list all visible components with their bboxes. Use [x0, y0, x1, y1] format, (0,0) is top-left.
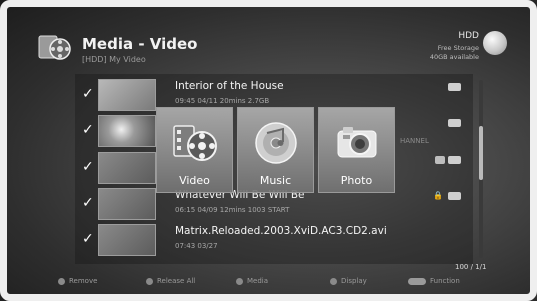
- yellow-key-icon: [236, 277, 243, 285]
- list-item[interactable]: ✓ Matrix.Reloaded.2003.XviD.AC3.CD2.avi …: [78, 222, 473, 256]
- hd-badge-icon: [448, 192, 461, 200]
- storage-line-2: 40GB available: [429, 53, 479, 61]
- category-label: Music: [259, 174, 292, 187]
- list-item-meta: 09:45 04/11 20mins 2.7GB: [175, 97, 270, 105]
- media-screen: Media - Video [HDD] My Video HDD Free St…: [0, 0, 537, 301]
- list-item-title: Interior of the House: [175, 80, 284, 92]
- thumbnail: [98, 224, 156, 256]
- category-label: Video: [179, 174, 210, 187]
- list-item-title: Matrix.Reloaded.2003.XviD.AC3.CD2.avi: [175, 225, 387, 237]
- hd-badge-icon: [448, 119, 461, 127]
- channel-label: HANNEL: [400, 137, 429, 145]
- red-key-icon: [58, 277, 65, 285]
- music-disc-icon: [253, 120, 299, 170]
- list-item-meta: 07:43 03/27: [175, 242, 218, 250]
- thumbnail: [98, 188, 156, 220]
- blue-key-icon: [330, 277, 337, 285]
- thumbnail: [98, 152, 156, 184]
- function-button[interactable]: Function: [408, 277, 460, 285]
- remove-button[interactable]: Remove: [58, 277, 97, 285]
- green-key-icon: [146, 277, 153, 285]
- film-folder-icon: [38, 31, 72, 63]
- checkmark-icon[interactable]: ✓: [82, 231, 94, 247]
- hd-badge-icon: [448, 156, 461, 164]
- checkmark-icon[interactable]: ✓: [82, 195, 94, 211]
- thumbnail: [98, 79, 156, 111]
- display-button[interactable]: Display: [330, 277, 367, 285]
- lock-icon: 🔒: [433, 191, 443, 200]
- checkmark-icon[interactable]: ✓: [82, 159, 94, 175]
- scrollbar-thumb[interactable]: [479, 126, 483, 180]
- lock-badge-icon: [435, 156, 445, 164]
- list-item[interactable]: ✓ Interior of the House 09:45 04/11 20mi…: [78, 77, 473, 111]
- disk-icon: [483, 31, 507, 55]
- camera-icon: [334, 120, 380, 170]
- list-item-meta: 06:15 04/09 12mins 1003 START: [175, 206, 290, 214]
- checkmark-icon[interactable]: ✓: [82, 122, 94, 138]
- thumbnail: [98, 115, 156, 147]
- checkmark-icon[interactable]: ✓: [82, 86, 94, 102]
- category-video[interactable]: Video: [156, 107, 233, 193]
- media-button[interactable]: Media: [236, 277, 268, 285]
- film-reel-icon: [172, 120, 218, 170]
- release-all-button[interactable]: Release All: [146, 277, 195, 285]
- page-indicator: 100 / 1/1: [455, 263, 487, 271]
- breadcrumb: [HDD] My Video: [82, 55, 146, 64]
- page-title: Media - Video: [82, 35, 198, 53]
- hd-badge-icon: [448, 83, 461, 91]
- category-music[interactable]: Music: [237, 107, 314, 193]
- storage-label: HDD: [458, 31, 479, 41]
- footer-bar: Remove Release All Media Display Functio…: [0, 268, 537, 294]
- storage-line-1: Free Storage: [437, 44, 479, 52]
- category-photo[interactable]: Photo: [318, 107, 395, 193]
- opt-key-icon: [408, 277, 426, 285]
- category-label: Photo: [340, 174, 373, 187]
